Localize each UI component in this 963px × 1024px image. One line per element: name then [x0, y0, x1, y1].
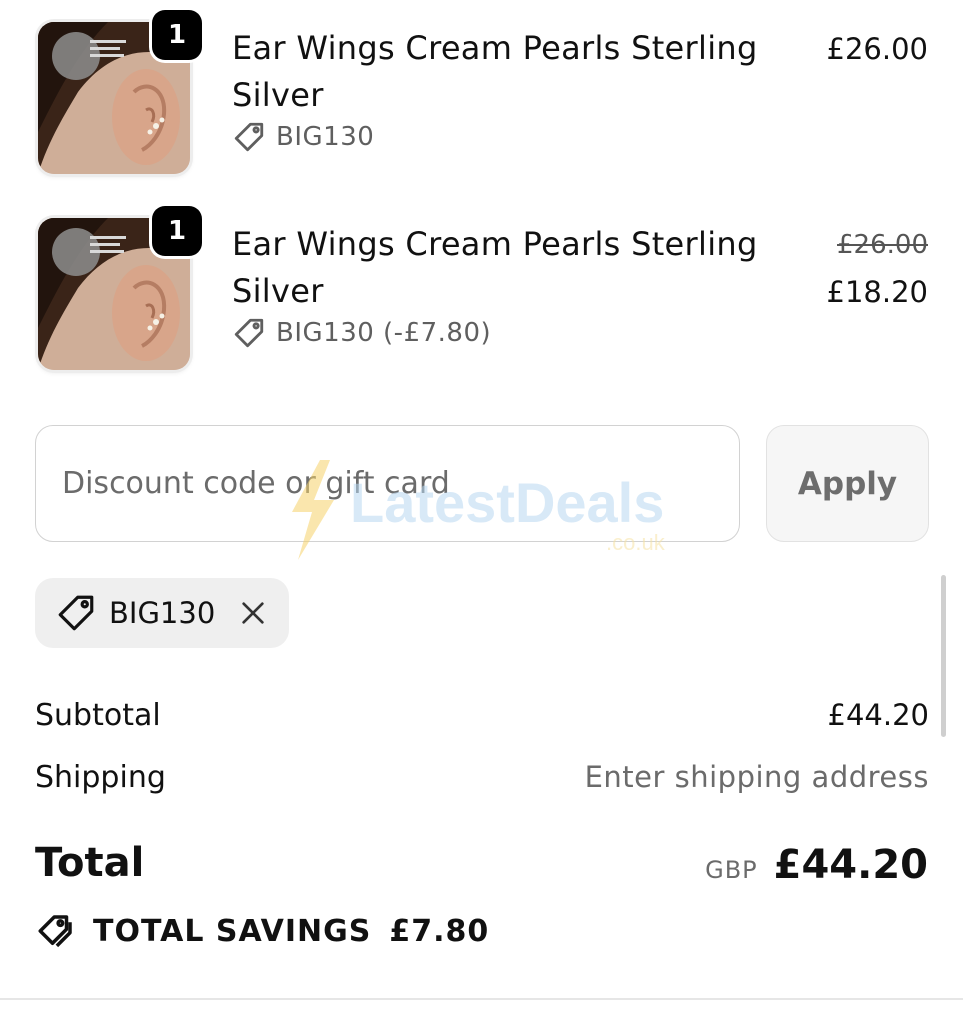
quantity-badge: 1: [152, 206, 202, 256]
quantity-badge: 1: [152, 10, 202, 60]
product-title-line: Silver: [232, 76, 324, 114]
discount-code-label: BIG130: [276, 122, 375, 152]
applied-code-label: BIG130: [109, 596, 216, 630]
subtotal-value: £44.20: [827, 698, 929, 732]
subtotal-label: Subtotal: [35, 698, 161, 733]
divider: [0, 998, 963, 1000]
item-price: £26.00: [826, 32, 928, 66]
product-title: Ear Wings Cream Pearls Sterling Silver: [232, 221, 772, 315]
savings-value: £7.80: [389, 913, 490, 949]
savings-label: TOTAL SAVINGS: [93, 913, 372, 949]
scrollbar[interactable]: [941, 575, 946, 737]
subtotal-row: Subtotal £44.20: [35, 698, 929, 733]
product-title-line: Ear Wings Cream Pearls Sterling: [232, 225, 758, 263]
tags-icon: [38, 915, 72, 948]
item-discount: BIG130: [232, 120, 374, 154]
discount-code-input[interactable]: [35, 425, 740, 542]
total-savings: TOTAL SAVINGS £7.80: [35, 910, 489, 952]
tag-icon: [234, 318, 264, 348]
original-price: £26.00: [837, 230, 928, 260]
applied-discount-chip: BIG130: [35, 578, 289, 648]
item-discount: BIG130 (-£7.80): [232, 316, 491, 350]
currency-code: GBP: [705, 856, 758, 884]
product-title-line: Ear Wings Cream Pearls Sterling: [232, 29, 758, 67]
discount-code-label: BIG130 (-£7.80): [276, 318, 492, 348]
total-label: Total: [35, 840, 145, 886]
product-title: Ear Wings Cream Pearls Sterling Silver: [232, 25, 772, 119]
total-value: £44.20: [773, 842, 928, 888]
total-amount: GBP £44.20: [705, 842, 928, 888]
product-title-line: Silver: [232, 272, 324, 310]
shipping-label: Shipping: [35, 760, 166, 795]
shipping-row: Shipping Enter shipping address: [35, 760, 929, 795]
item-price: £18.20: [826, 275, 928, 309]
close-icon[interactable]: [237, 597, 269, 629]
tag-icon: [58, 595, 94, 631]
shipping-value: Enter shipping address: [584, 760, 929, 794]
tag-icon: [234, 122, 264, 152]
apply-button[interactable]: Apply: [766, 425, 929, 542]
